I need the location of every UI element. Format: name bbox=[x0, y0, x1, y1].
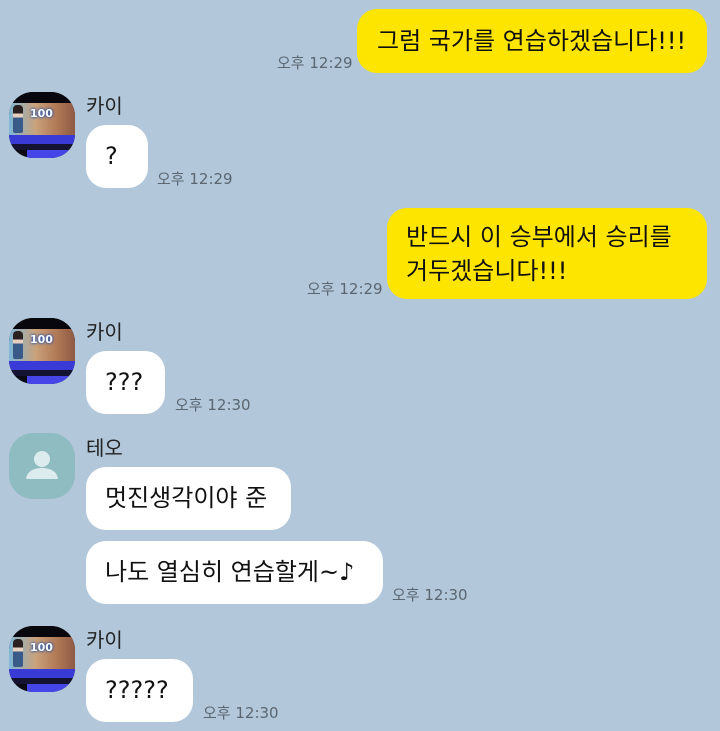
sender-name: 테오 bbox=[86, 436, 123, 460]
message-time: 오후 12:29 bbox=[277, 54, 353, 72]
kai-avatar[interactable]: 100 bbox=[9, 318, 75, 384]
message-text: ? bbox=[105, 142, 118, 170]
message-bubble-incoming[interactable]: ? bbox=[86, 125, 148, 188]
avatar-badge-text: 100 bbox=[30, 641, 53, 654]
message-bubble-incoming[interactable]: ??? bbox=[86, 351, 165, 414]
message-time: 오후 12:30 bbox=[175, 396, 251, 414]
avatar-badge-text: 100 bbox=[30, 333, 53, 346]
kai-avatar[interactable]: 100 bbox=[9, 626, 75, 692]
sender-name: 카이 bbox=[86, 320, 123, 344]
message-time: 오후 12:30 bbox=[203, 704, 279, 722]
message-time: 오후 12:30 bbox=[392, 586, 468, 604]
message-bubble-outgoing[interactable]: 그럼 국가를 연습하겠습니다!!! bbox=[357, 9, 707, 73]
message-bubble-outgoing[interactable]: 반드시 이 승부에서 승리를 거두겠습니다!!! bbox=[387, 208, 707, 299]
message-bubble-incoming[interactable]: 나도 열심히 연습할게~♪ bbox=[86, 541, 383, 604]
message-time: 오후 12:29 bbox=[157, 170, 233, 188]
message-text-line: 반드시 이 승부에서 승리를 bbox=[406, 223, 672, 251]
avatar-badge-text: 100 bbox=[30, 107, 53, 120]
message-bubble-incoming[interactable]: ????? bbox=[86, 659, 193, 722]
message-text: 나도 열심히 연습할게~♪ bbox=[105, 558, 355, 586]
default-person-icon[interactable] bbox=[9, 433, 75, 499]
message-bubble-incoming[interactable]: 멋진생각이야 준 bbox=[86, 467, 291, 530]
kai-avatar[interactable]: 100 bbox=[9, 92, 75, 158]
message-text-line: 거두겠습니다!!! bbox=[406, 257, 568, 285]
message-time: 오후 12:29 bbox=[307, 280, 383, 298]
message-text: ??? bbox=[105, 368, 144, 396]
sender-name: 카이 bbox=[86, 94, 123, 118]
message-text: ????? bbox=[105, 676, 169, 704]
message-text: 그럼 국가를 연습하겠습니다!!! bbox=[377, 27, 687, 55]
sender-name: 카이 bbox=[86, 628, 123, 652]
message-text: 멋진생각이야 준 bbox=[105, 484, 268, 512]
